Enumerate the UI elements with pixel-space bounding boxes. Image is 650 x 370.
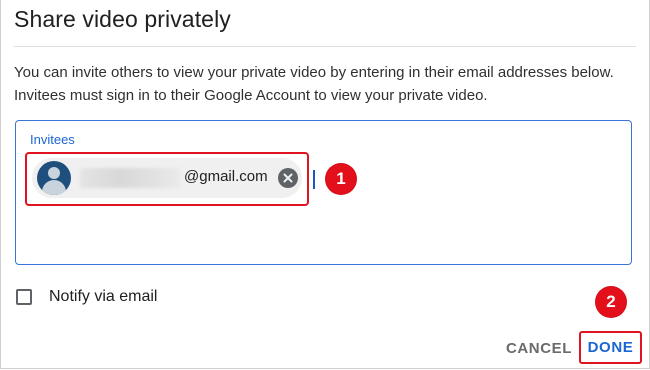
done-highlight-box: DONE bbox=[579, 331, 642, 364]
chip-highlight-box: @gmail.com bbox=[25, 152, 309, 206]
done-button[interactable]: DONE bbox=[581, 333, 640, 362]
redacted-email-username bbox=[80, 168, 180, 188]
step-badge-2: 2 bbox=[596, 287, 626, 317]
invitee-email-domain: @gmail.com bbox=[184, 168, 268, 185]
dialog-description: You can invite others to view your priva… bbox=[14, 64, 614, 104]
invitees-field[interactable]: Invitees @gmail.com bbox=[15, 120, 632, 265]
invitees-label: Invitees bbox=[30, 132, 75, 147]
invitee-chip[interactable]: @gmail.com bbox=[32, 158, 302, 198]
person-avatar-icon bbox=[37, 161, 71, 195]
notify-label: Notify via email bbox=[49, 288, 158, 305]
close-circle-icon[interactable] bbox=[278, 168, 298, 188]
share-dialog: Share video privately You can invite oth… bbox=[0, 0, 650, 369]
text-cursor bbox=[313, 170, 315, 189]
cancel-button[interactable]: CANCEL bbox=[501, 334, 577, 362]
title-divider bbox=[14, 46, 636, 47]
notify-checkbox[interactable] bbox=[16, 289, 32, 305]
dialog-title: Share video privately bbox=[14, 6, 231, 32]
step-badge-1: 1 bbox=[326, 164, 356, 194]
